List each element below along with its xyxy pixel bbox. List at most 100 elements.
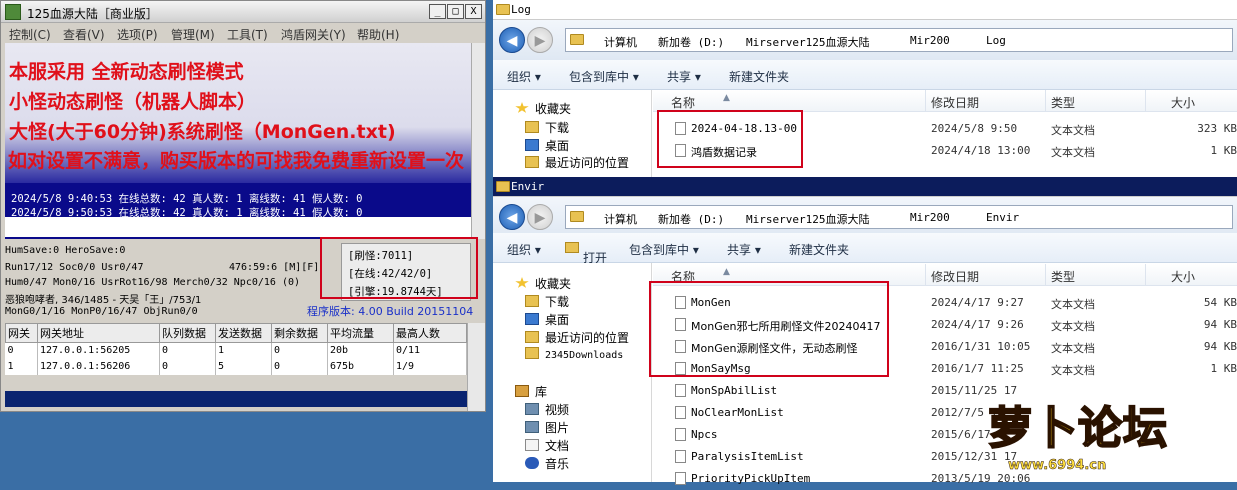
col-size[interactable]: 大小 (1171, 268, 1195, 285)
envir-nav-pane: 收藏夹 下载 桌面 最近访问的位置 2345Downloads 库 视频 图片 … (493, 263, 649, 482)
col-gateway[interactable]: 网关 (5, 323, 38, 343)
breadcrumb[interactable]: 计算机 新加卷 (D:) Mirserver125血源大陆 Mir200 Env… (565, 205, 1233, 229)
share-button[interactable]: 共享 ▾ (727, 241, 761, 258)
log-blank (5, 217, 471, 237)
nav-documents[interactable]: 文档 (525, 437, 569, 454)
status-run: Run17/12 Soc0/0 Usr0/47 (5, 262, 144, 273)
text-file-icon (675, 384, 686, 397)
table-cell: 5 (215, 358, 272, 375)
nav-favorites[interactable]: 收藏夹 (515, 275, 571, 292)
envir-toolbar: 组织 ▾ 打开 包含到库中 ▾ 共享 ▾ 新建文件夹 (493, 233, 1237, 265)
envir-window-title: Envir (511, 180, 545, 193)
close-button[interactable]: X (465, 4, 482, 19)
menu-tools[interactable]: 工具(T) (227, 26, 268, 43)
include-library-button[interactable]: 包含到库中 ▾ (629, 241, 699, 258)
organize-button[interactable]: 组织 ▾ (507, 241, 541, 258)
forward-button[interactable]: ▶ (527, 204, 553, 230)
nav-downloads[interactable]: 下载 (525, 293, 569, 310)
log-lines: 2024/5/8 9:40:53 在线总数: 42 真人数: 1 离线数: 41… (5, 183, 471, 219)
menu-control[interactable]: 控制(C) (9, 26, 51, 43)
nav-pictures[interactable]: 图片 (525, 419, 569, 436)
crumb-server[interactable]: Mirserver125血源大陆 (746, 211, 869, 227)
status-coords: 476:59:6 [M][F] (229, 262, 320, 273)
folder-icon (565, 242, 579, 253)
folder-icon (496, 4, 510, 15)
file-name: ParalysisItemList (691, 450, 804, 463)
new-folder-button[interactable]: 新建文件夹 (789, 241, 849, 258)
nav-music[interactable]: 音乐 (525, 455, 569, 472)
pane-splitter[interactable] (651, 90, 652, 177)
crumb-log[interactable]: Log (986, 34, 1006, 47)
new-folder-button[interactable]: 新建文件夹 (729, 68, 789, 85)
file-size: 94 KB (1203, 340, 1237, 353)
nav-2345downloads[interactable]: 2345Downloads (525, 347, 623, 361)
table-cell: 0 (159, 342, 216, 359)
share-button[interactable]: 共享 ▾ (667, 68, 701, 85)
promo-line-4: 如对设置不满意，购买版本的可找我免费重新设置一次 (8, 150, 465, 172)
crumb-computer[interactable]: 计算机 (604, 211, 637, 227)
star-icon (515, 102, 529, 113)
col-sent[interactable]: 发送数据 (215, 323, 272, 343)
col-queue[interactable]: 队列数据 (159, 323, 216, 343)
crumb-computer[interactable]: 计算机 (604, 34, 637, 50)
crumb-drive[interactable]: 新加卷 (D:) (658, 211, 724, 227)
menu-options[interactable]: 选项(P) (117, 26, 158, 43)
file-name: PriorityPickUpItem (691, 472, 811, 485)
log-line: 2024/5/8 9:40:53 在线总数: 42 真人数: 1 离线数: 41… (11, 193, 363, 205)
col-name[interactable]: 名称 (671, 94, 695, 111)
col-traffic[interactable]: 平均流量 (327, 323, 394, 343)
crumb-drive[interactable]: 新加卷 (D:) (658, 34, 724, 50)
back-button[interactable]: ◀ (499, 27, 525, 53)
log-toolbar: 组织 ▾ 包含到库中 ▾ 共享 ▾ 新建文件夹 (493, 60, 1237, 90)
table-cell: 1 (5, 358, 38, 375)
menu-gateway[interactable]: 鸿盾网关(Y) (281, 26, 346, 43)
nav-desktop[interactable]: 桌面 (525, 137, 569, 154)
menu-help[interactable]: 帮助(H) (357, 26, 399, 43)
organize-button[interactable]: 组织 ▾ (507, 68, 541, 85)
forward-button[interactable]: ▶ (527, 27, 553, 53)
col-remaining[interactable]: 剩余数据 (271, 323, 328, 343)
crumb-server[interactable]: Mirserver125血源大陆 (746, 34, 869, 50)
crumb-envir[interactable]: Envir (986, 211, 1019, 224)
maximize-button[interactable]: □ (447, 4, 464, 19)
highlight-box (649, 281, 889, 377)
file-date: 2024/4/17 9:27 (931, 296, 1024, 309)
col-max-users[interactable]: 最高人数 (393, 323, 467, 343)
file-type: 文本文档 (1051, 298, 1095, 311)
crumb-mir200[interactable]: Mir200 (910, 34, 950, 47)
col-type[interactable]: 类型 (1051, 94, 1075, 111)
col-size[interactable]: 大小 (1171, 94, 1195, 111)
file-name: MonSpAbilList (691, 384, 778, 397)
menu-view[interactable]: 查看(V) (63, 26, 105, 43)
nav-libraries[interactable]: 库 (515, 383, 547, 400)
col-date[interactable]: 修改日期 (931, 94, 979, 111)
file-date: 2016/1/7 11:25 (931, 362, 1024, 375)
table-row[interactable]: 0 127.0.0.1:56205 0 1 0 20b 0/11 (5, 342, 467, 359)
envir-address-bar: ◀ ▶ 计算机 新加卷 (D:) Mirserver125血源大陆 Mir200… (493, 197, 1237, 237)
selected-row-band (5, 391, 467, 407)
breadcrumb[interactable]: 计算机 新加卷 (D:) Mirserver125血源大陆 Mir200 Log (565, 28, 1233, 52)
recent-icon (525, 156, 539, 168)
nav-favorites[interactable]: 收藏夹 (515, 100, 571, 117)
back-button[interactable]: ◀ (499, 204, 525, 230)
nav-videos[interactable]: 视频 (525, 401, 569, 418)
col-address[interactable]: 网关地址 (37, 323, 160, 343)
col-type[interactable]: 类型 (1051, 268, 1075, 285)
minimize-button[interactable]: _ (429, 4, 446, 19)
table-cell: 0 (271, 342, 328, 359)
nav-recent[interactable]: 最近访问的位置 (525, 329, 629, 346)
server-window: 125血源大陆［商业版］ _ □ X 控制(C) 查看(V) 选项(P) 管理(… (0, 0, 486, 412)
table-scrollbar[interactable] (467, 323, 485, 411)
file-name: NoClearMonList (691, 406, 784, 419)
nav-downloads[interactable]: 下载 (525, 119, 569, 136)
nav-recent[interactable]: 最近访问的位置 (525, 154, 629, 171)
table-row[interactable]: 1 127.0.0.1:56206 0 5 0 675b 1/9 (5, 358, 467, 375)
menu-manage[interactable]: 管理(M) (171, 26, 215, 43)
file-row[interactable]: PriorityPickUpItem 2013/5/19 20:06 (653, 468, 1237, 490)
col-date[interactable]: 修改日期 (931, 268, 979, 285)
nav-desktop[interactable]: 桌面 (525, 311, 569, 328)
include-library-button[interactable]: 包含到库中 ▾ (569, 68, 639, 85)
log-scrollbar[interactable] (471, 43, 485, 239)
crumb-mir200[interactable]: Mir200 (910, 211, 950, 224)
open-button[interactable]: 打开 (565, 241, 607, 265)
